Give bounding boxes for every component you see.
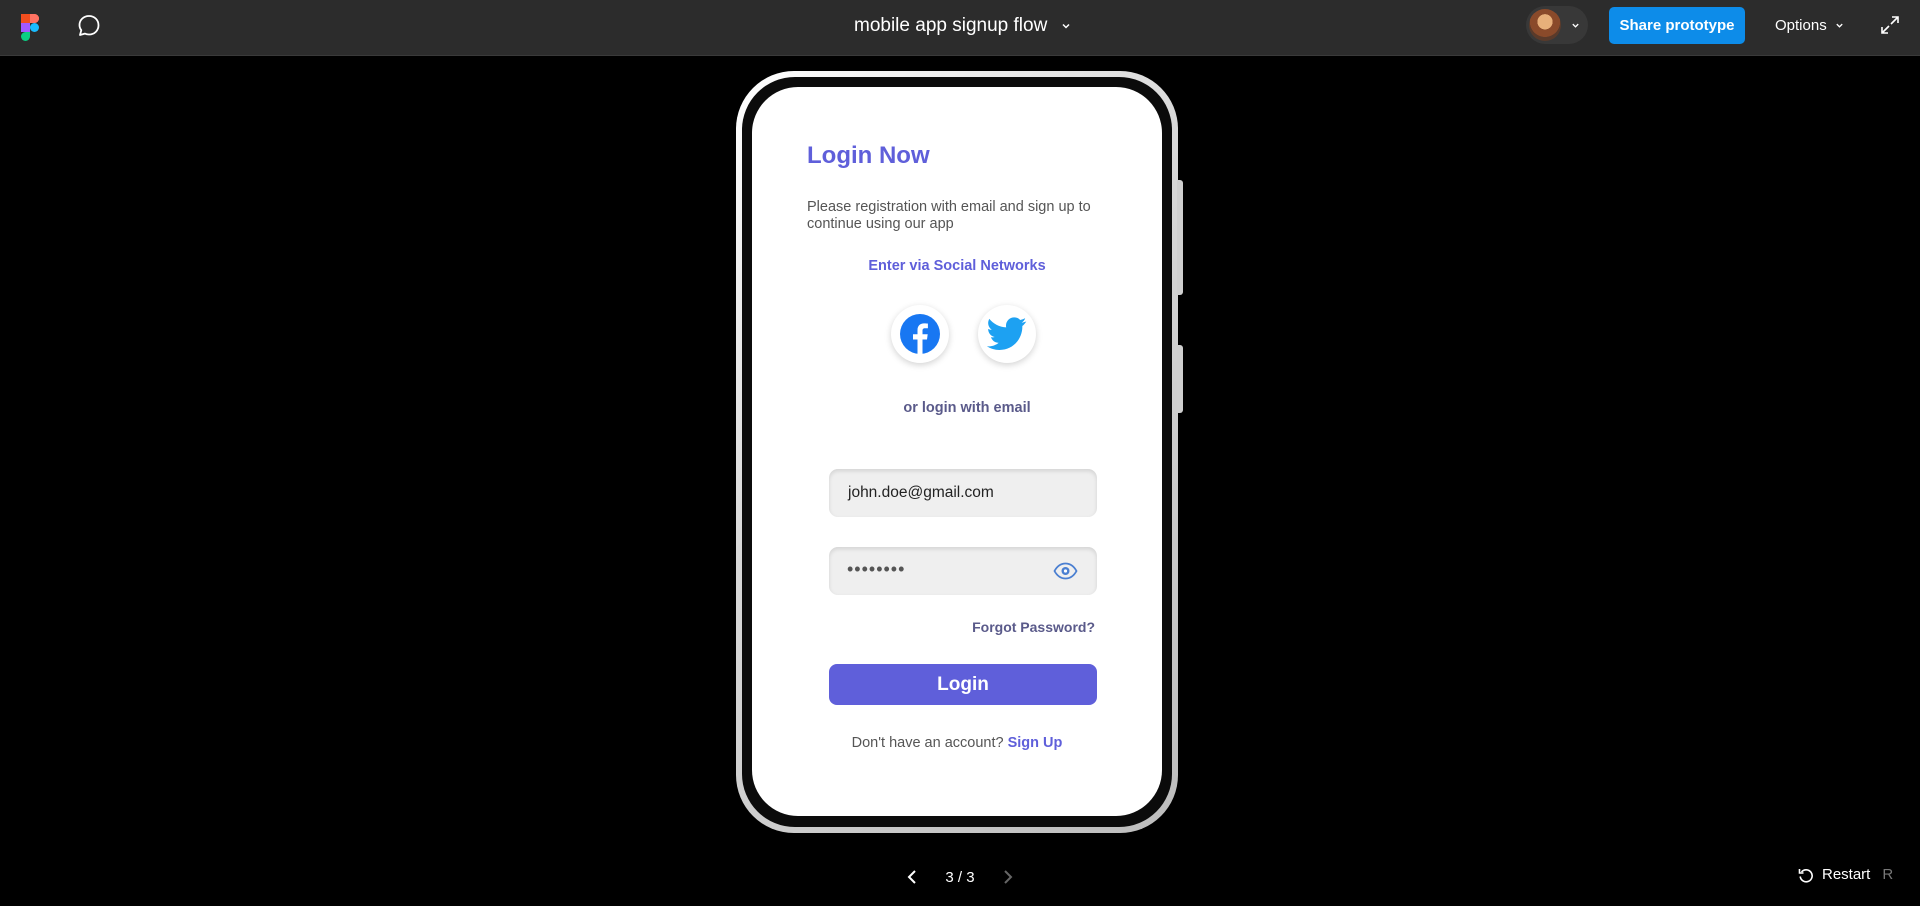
file-title: mobile app signup flow: [854, 15, 1048, 36]
share-prototype-button[interactable]: Share prototype: [1609, 7, 1745, 44]
email-value: john.doe@gmail.com: [848, 484, 994, 501]
previous-frame-icon[interactable]: [905, 869, 919, 885]
social-networks-label: Enter via Social Networks: [868, 258, 1046, 274]
options-label: Options: [1775, 16, 1827, 34]
user-menu[interactable]: [1526, 6, 1588, 44]
top-bar: mobile app signup flow Share prototype O…: [0, 0, 1920, 56]
signup-prompt: Don't have an account? Sign Up: [752, 735, 1162, 751]
avatar: [1529, 9, 1561, 41]
eye-icon[interactable]: [1053, 562, 1078, 580]
restart-button[interactable]: Restart R: [1798, 866, 1893, 883]
file-title-menu[interactable]: mobile app signup flow: [854, 14, 1071, 38]
facebook-login-button[interactable]: [891, 305, 949, 363]
login-description: Please registration with email and sign …: [807, 199, 1091, 232]
phone-side-button: [1177, 345, 1183, 413]
login-button[interactable]: Login: [829, 664, 1097, 705]
facebook-icon: [900, 314, 940, 354]
password-value: ••••••••: [847, 559, 906, 579]
forgot-password-link[interactable]: Forgot Password?: [972, 619, 1095, 635]
email-field[interactable]: john.doe@gmail.com: [829, 469, 1097, 517]
sign-up-link[interactable]: Sign Up: [1008, 735, 1063, 751]
restart-icon: [1798, 868, 1813, 883]
prototype-screen: Login Now Please registration with email…: [752, 87, 1162, 816]
chevron-down-icon: [1572, 23, 1579, 28]
or-login-label: or login with email: [903, 400, 1031, 416]
login-title: Login Now: [807, 142, 930, 169]
chevron-down-icon: [1836, 23, 1843, 28]
page-navigator: 3 / 3: [905, 866, 1015, 888]
figma-logo-icon[interactable]: [21, 14, 39, 41]
page-indicator: 3 / 3: [945, 868, 975, 886]
phone-side-button: [1177, 180, 1183, 295]
no-account-text: Don't have an account?: [851, 735, 1004, 751]
expand-icon[interactable]: [1880, 15, 1900, 35]
twitter-icon: [987, 317, 1027, 350]
next-frame-icon[interactable]: [1001, 869, 1015, 885]
chevron-down-icon: [1062, 23, 1070, 29]
restart-label: Restart: [1822, 866, 1871, 883]
restart-shortcut: R: [1882, 866, 1894, 883]
password-field[interactable]: ••••••••: [829, 547, 1097, 595]
options-menu[interactable]: Options: [1775, 13, 1844, 37]
twitter-login-button[interactable]: [978, 305, 1036, 363]
comment-icon[interactable]: [76, 13, 102, 39]
